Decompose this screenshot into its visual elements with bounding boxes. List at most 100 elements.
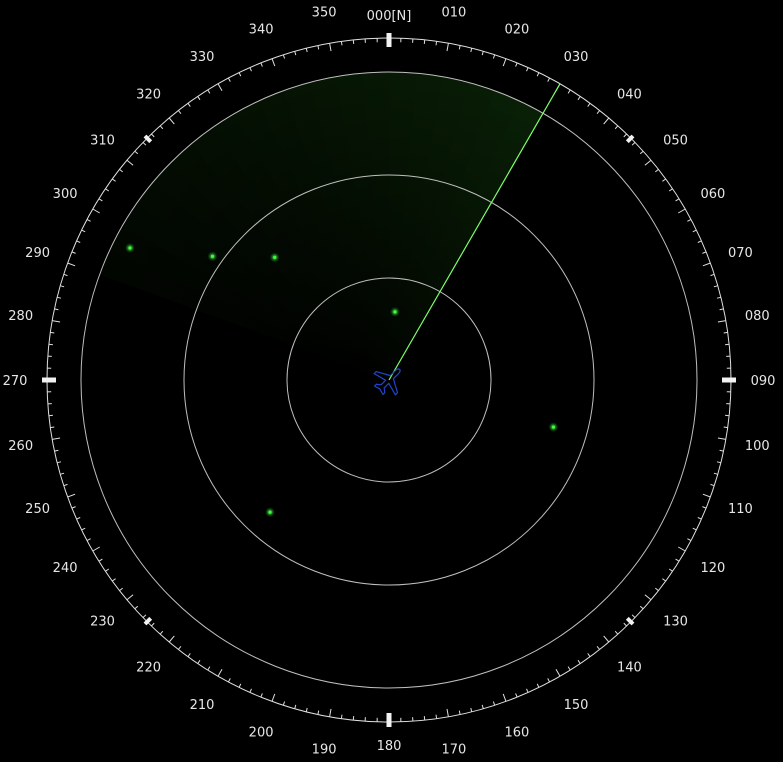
bearing-tick xyxy=(60,285,65,288)
intercardinal-mark xyxy=(625,616,635,626)
bearing-label: 220 xyxy=(136,661,161,676)
bearing-tick xyxy=(702,262,711,267)
bearing-tick xyxy=(227,77,231,82)
bearing-tick xyxy=(596,645,600,650)
bearing-tick xyxy=(719,308,724,311)
bearing-label: 230 xyxy=(90,614,115,629)
bearing-tick xyxy=(207,666,211,671)
bearing-tick xyxy=(112,578,116,582)
bearing-tick xyxy=(481,51,484,56)
bearing-tick xyxy=(282,701,286,706)
bearing-tick xyxy=(567,89,571,94)
bearing-tick xyxy=(492,701,496,706)
bearing-label: 060 xyxy=(700,187,725,202)
bearing-tick xyxy=(112,178,116,182)
bearing-tick xyxy=(631,614,636,618)
bearing-label: 130 xyxy=(663,614,688,629)
bearing-label: 290 xyxy=(25,246,50,261)
bearing-tick xyxy=(515,693,518,698)
bearing-tick xyxy=(76,240,81,243)
bearing-tick xyxy=(81,527,86,531)
bearing-tick xyxy=(249,67,252,72)
bearing-tick xyxy=(675,198,680,202)
bearing-tick xyxy=(713,472,718,475)
bearing-tick xyxy=(126,159,134,166)
bearing-label: 240 xyxy=(53,561,78,576)
bearing-label: 150 xyxy=(564,698,589,713)
bearing-tick xyxy=(446,43,449,52)
bearing-label: 120 xyxy=(700,561,725,576)
radar-echo-core xyxy=(393,310,397,314)
bearing-tick xyxy=(675,558,680,562)
intercardinal-mark xyxy=(143,616,153,626)
bearing-tick xyxy=(502,58,507,67)
bearing-label: 280 xyxy=(8,309,33,324)
bearing-tick xyxy=(227,678,231,683)
bearing-label: 110 xyxy=(728,502,753,517)
bearing-tick xyxy=(654,169,659,173)
bearing-tick xyxy=(526,688,529,693)
bearing-tick xyxy=(187,653,191,657)
bearing-tick xyxy=(271,58,276,67)
bearing-tick xyxy=(603,635,610,643)
bearing-tick xyxy=(713,285,718,288)
bearing-tick xyxy=(723,331,728,334)
bearing-label: 070 xyxy=(728,246,753,261)
bearing-tick xyxy=(238,72,242,77)
bearing-tick xyxy=(596,110,600,115)
bearing-tick xyxy=(50,426,55,429)
bearing-tick xyxy=(716,296,721,299)
radar-display[interactable]: 000[N] 010 020 030 040 050 060 070 080 090 100 110 1… xyxy=(0,0,783,762)
bearing-tick xyxy=(71,506,76,509)
bearing-tick xyxy=(702,506,707,509)
bearing-tick xyxy=(67,493,76,498)
bearing-tick xyxy=(317,710,320,715)
intercardinal-mark xyxy=(625,134,635,144)
bearing-tick xyxy=(526,67,529,72)
bearing-tick xyxy=(623,133,627,138)
bearing-label: 010 xyxy=(441,6,466,21)
bearing-tick xyxy=(515,62,518,67)
bearing-tick xyxy=(547,77,551,82)
bearing-tick xyxy=(678,208,686,214)
bearing-tick xyxy=(723,426,728,429)
bearing-tick xyxy=(631,142,636,146)
bearing-tick xyxy=(329,708,332,717)
bearing-tick xyxy=(142,142,147,146)
bearing-tick xyxy=(446,708,449,717)
bearing-label: 270 xyxy=(3,374,28,389)
bearing-tick xyxy=(678,546,686,552)
bearing-tick xyxy=(294,704,297,709)
bearing-tick xyxy=(86,218,91,222)
bearing-tick xyxy=(536,72,540,77)
bearing-label: 340 xyxy=(249,23,274,38)
bearing-tick xyxy=(98,198,103,202)
bearing-tick xyxy=(217,669,223,677)
bearing-tick xyxy=(614,125,619,130)
bearing-tick xyxy=(710,273,715,277)
bearing-label: 300 xyxy=(53,187,78,202)
bearing-tick xyxy=(587,653,591,657)
bearing-tick xyxy=(547,678,551,683)
bearing-label: 050 xyxy=(663,134,688,149)
bearing-tick xyxy=(305,48,308,53)
bearing-tick xyxy=(86,538,91,542)
bearing-tick xyxy=(197,96,201,101)
bearing-label: 310 xyxy=(90,134,115,149)
bearing-tick xyxy=(57,461,62,464)
bearing-tick xyxy=(105,188,110,192)
bearing-tick xyxy=(159,125,164,130)
bearing-tick xyxy=(52,437,61,440)
bearing-tick xyxy=(105,568,110,572)
bearing-tick xyxy=(63,273,68,277)
bearing-tick xyxy=(555,669,561,677)
bearing-tick xyxy=(654,587,659,591)
bearing-tick xyxy=(340,714,343,719)
bearing-tick xyxy=(702,493,711,498)
bearing-tick xyxy=(119,587,124,591)
bearing-tick xyxy=(340,41,343,46)
bearing-tick xyxy=(702,251,707,254)
bearing-tick xyxy=(470,707,473,712)
bearing-tick xyxy=(60,472,65,475)
bearing-tick xyxy=(57,296,62,299)
